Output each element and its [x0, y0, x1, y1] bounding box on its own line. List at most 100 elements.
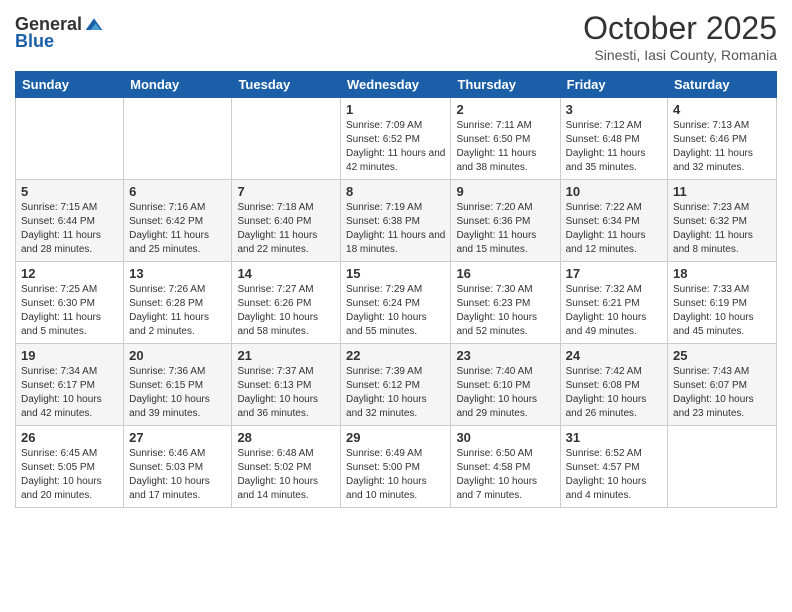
day-number: 11: [673, 184, 771, 199]
day-info: Sunrise: 7:34 AM Sunset: 6:17 PM Dayligh…: [21, 365, 118, 421]
calendar-cell: 17 Sunrise: 7:32 AM Sunset: 6:21 PM Dayli…: [560, 262, 667, 344]
header-row: SundayMondayTuesdayWednesdayThursdayFrid…: [16, 72, 777, 98]
calendar-week-row: 26 Sunrise: 6:45 AM Sunset: 5:05 PM Dayli…: [16, 426, 777, 508]
calendar-cell: [232, 98, 341, 180]
calendar-table: SundayMondayTuesdayWednesdayThursdayFrid…: [15, 71, 777, 508]
day-number: 21: [237, 348, 335, 363]
day-info: Sunrise: 7:32 AM Sunset: 6:21 PM Dayligh…: [566, 283, 662, 339]
day-info: Sunrise: 7:13 AM Sunset: 6:46 PM Dayligh…: [673, 119, 771, 175]
day-number: 14: [237, 266, 335, 281]
calendar-cell: 21 Sunrise: 7:37 AM Sunset: 6:13 PM Dayli…: [232, 344, 341, 426]
day-number: 30: [456, 430, 554, 445]
day-number: 15: [346, 266, 445, 281]
day-number: 18: [673, 266, 771, 281]
calendar-cell: [668, 426, 777, 508]
day-info: Sunrise: 7:16 AM Sunset: 6:42 PM Dayligh…: [129, 201, 226, 257]
day-number: 16: [456, 266, 554, 281]
day-info: Sunrise: 6:48 AM Sunset: 5:02 PM Dayligh…: [237, 447, 335, 503]
calendar-week-row: 19 Sunrise: 7:34 AM Sunset: 6:17 PM Dayli…: [16, 344, 777, 426]
calendar-cell: 23Sunrise: 7:40 AM Sunset: 6:10 PM Dayli…: [451, 344, 560, 426]
calendar-cell: 20Sunrise: 7:36 AM Sunset: 6:15 PM Dayli…: [124, 344, 232, 426]
day-info: Sunrise: 7:20 AM Sunset: 6:36 PM Dayligh…: [456, 201, 554, 257]
day-info: Sunrise: 6:52 AM Sunset: 4:57 PM Dayligh…: [566, 447, 662, 503]
calendar-cell: 3 Sunrise: 7:12 AM Sunset: 6:48 PM Daylig…: [560, 98, 667, 180]
day-number: 1: [346, 102, 445, 117]
day-info: Sunrise: 6:45 AM Sunset: 5:05 PM Dayligh…: [21, 447, 118, 503]
day-info: Sunrise: 6:50 AM Sunset: 4:58 PM Dayligh…: [456, 447, 554, 503]
day-info: Sunrise: 7:37 AM Sunset: 6:13 PM Dayligh…: [237, 365, 335, 421]
day-number: 6: [129, 184, 226, 199]
calendar-cell: 16Sunrise: 7:30 AM Sunset: 6:23 PM Dayli…: [451, 262, 560, 344]
calendar-cell: 6 Sunrise: 7:16 AM Sunset: 6:42 PM Daylig…: [124, 180, 232, 262]
calendar-week-row: 5Sunrise: 7:15 AM Sunset: 6:44 PM Daylig…: [16, 180, 777, 262]
day-number: 17: [566, 266, 662, 281]
day-header-sunday: Sunday: [16, 72, 124, 98]
day-info: Sunrise: 7:22 AM Sunset: 6:34 PM Dayligh…: [566, 201, 662, 257]
calendar-cell: [16, 98, 124, 180]
calendar-cell: 4 Sunrise: 7:13 AM Sunset: 6:46 PM Daylig…: [668, 98, 777, 180]
day-info: Sunrise: 7:42 AM Sunset: 6:08 PM Dayligh…: [566, 365, 662, 421]
day-header-saturday: Saturday: [668, 72, 777, 98]
calendar-cell: 13 Sunrise: 7:26 AM Sunset: 6:28 PM Dayli…: [124, 262, 232, 344]
calendar-cell: 27 Sunrise: 6:46 AM Sunset: 5:03 PM Dayli…: [124, 426, 232, 508]
day-info: Sunrise: 7:27 AM Sunset: 6:26 PM Dayligh…: [237, 283, 335, 339]
calendar-cell: 14 Sunrise: 7:27 AM Sunset: 6:26 PM Dayli…: [232, 262, 341, 344]
day-number: 10: [566, 184, 662, 199]
day-number: 27: [129, 430, 226, 445]
day-info: Sunrise: 7:18 AM Sunset: 6:40 PM Dayligh…: [237, 201, 335, 257]
month-title: October 2025: [583, 10, 777, 47]
calendar-cell: 15 Sunrise: 7:29 AM Sunset: 6:24 PM Dayli…: [341, 262, 451, 344]
logo-icon: [84, 15, 104, 35]
day-number: 13: [129, 266, 226, 281]
day-header-wednesday: Wednesday: [341, 72, 451, 98]
day-info: Sunrise: 7:39 AM Sunset: 6:12 PM Dayligh…: [346, 365, 445, 421]
day-info: Sunrise: 7:23 AM Sunset: 6:32 PM Dayligh…: [673, 201, 771, 257]
day-info: Sunrise: 7:36 AM Sunset: 6:15 PM Dayligh…: [129, 365, 226, 421]
day-number: 9: [456, 184, 554, 199]
calendar-cell: 18 Sunrise: 7:33 AM Sunset: 6:19 PM Dayli…: [668, 262, 777, 344]
calendar-cell: 22Sunrise: 7:39 AM Sunset: 6:12 PM Dayli…: [341, 344, 451, 426]
day-number: 3: [566, 102, 662, 117]
day-info: Sunrise: 6:49 AM Sunset: 5:00 PM Dayligh…: [346, 447, 445, 503]
day-number: 8: [346, 184, 445, 199]
day-header-thursday: Thursday: [451, 72, 560, 98]
calendar-cell: 1Sunrise: 7:09 AM Sunset: 6:52 PM Daylig…: [341, 98, 451, 180]
calendar-cell: 11 Sunrise: 7:23 AM Sunset: 6:32 PM Dayli…: [668, 180, 777, 262]
calendar-cell: 8Sunrise: 7:19 AM Sunset: 6:38 PM Daylig…: [341, 180, 451, 262]
day-number: 12: [21, 266, 118, 281]
day-header-friday: Friday: [560, 72, 667, 98]
day-number: 2: [456, 102, 554, 117]
calendar-cell: 10 Sunrise: 7:22 AM Sunset: 6:34 PM Dayli…: [560, 180, 667, 262]
calendar-cell: 25Sunrise: 7:43 AM Sunset: 6:07 PM Dayli…: [668, 344, 777, 426]
day-number: 4: [673, 102, 771, 117]
logo-blue-text: Blue: [15, 31, 54, 52]
calendar-cell: 28 Sunrise: 6:48 AM Sunset: 5:02 PM Dayli…: [232, 426, 341, 508]
calendar-cell: 7 Sunrise: 7:18 AM Sunset: 6:40 PM Daylig…: [232, 180, 341, 262]
calendar-cell: 5Sunrise: 7:15 AM Sunset: 6:44 PM Daylig…: [16, 180, 124, 262]
day-number: 7: [237, 184, 335, 199]
day-number: 26: [21, 430, 118, 445]
day-number: 25: [673, 348, 771, 363]
day-info: Sunrise: 7:29 AM Sunset: 6:24 PM Dayligh…: [346, 283, 445, 339]
calendar-cell: 24Sunrise: 7:42 AM Sunset: 6:08 PM Dayli…: [560, 344, 667, 426]
logo: General Blue: [15, 14, 104, 52]
header: General Blue October 2025 Sinesti, Iasi …: [15, 10, 777, 63]
calendar-cell: 12 Sunrise: 7:25 AM Sunset: 6:30 PM Dayli…: [16, 262, 124, 344]
calendar-cell: 30 Sunrise: 6:50 AM Sunset: 4:58 PM Dayli…: [451, 426, 560, 508]
day-info: Sunrise: 7:26 AM Sunset: 6:28 PM Dayligh…: [129, 283, 226, 339]
day-info: Sunrise: 6:46 AM Sunset: 5:03 PM Dayligh…: [129, 447, 226, 503]
calendar-cell: 9 Sunrise: 7:20 AM Sunset: 6:36 PM Daylig…: [451, 180, 560, 262]
day-number: 19: [21, 348, 118, 363]
day-info: Sunrise: 7:15 AM Sunset: 6:44 PM Dayligh…: [21, 201, 118, 257]
day-info: Sunrise: 7:33 AM Sunset: 6:19 PM Dayligh…: [673, 283, 771, 339]
calendar-cell: 31 Sunrise: 6:52 AM Sunset: 4:57 PM Dayli…: [560, 426, 667, 508]
day-number: 23: [456, 348, 554, 363]
day-info: Sunrise: 7:12 AM Sunset: 6:48 PM Dayligh…: [566, 119, 662, 175]
day-number: 31: [566, 430, 662, 445]
calendar-cell: 26 Sunrise: 6:45 AM Sunset: 5:05 PM Dayli…: [16, 426, 124, 508]
calendar-cell: 29Sunrise: 6:49 AM Sunset: 5:00 PM Dayli…: [341, 426, 451, 508]
day-number: 28: [237, 430, 335, 445]
calendar-cell: 19 Sunrise: 7:34 AM Sunset: 6:17 PM Dayli…: [16, 344, 124, 426]
day-info: Sunrise: 7:25 AM Sunset: 6:30 PM Dayligh…: [21, 283, 118, 339]
calendar-week-row: 1Sunrise: 7:09 AM Sunset: 6:52 PM Daylig…: [16, 98, 777, 180]
